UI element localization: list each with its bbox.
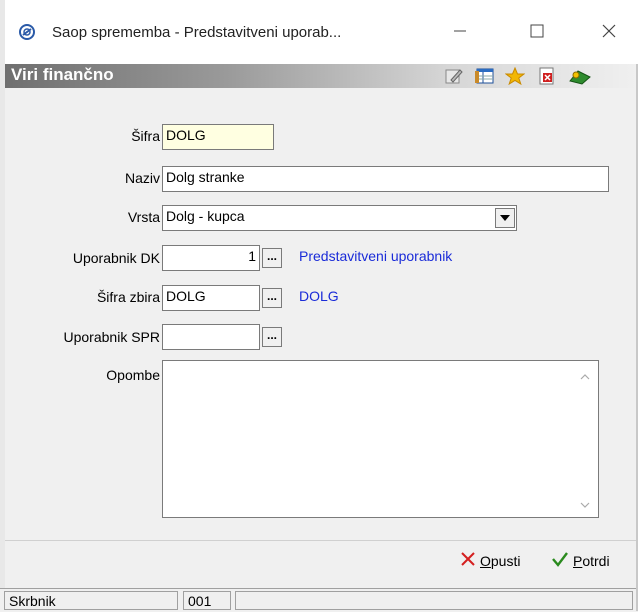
scroll-up-icon[interactable] xyxy=(580,371,590,383)
uporabnik-dk-label: Uporabnik DK xyxy=(72,250,160,266)
window-left-edge xyxy=(0,0,5,611)
status-user: Skrbnik xyxy=(4,591,178,610)
uporabnik-dk-input[interactable]: 1 xyxy=(162,245,260,271)
form-header-title: Viri finančno xyxy=(11,65,114,84)
confirm-label: Potrdi xyxy=(573,552,610,569)
status-bar: Skrbnik 001 xyxy=(0,588,638,612)
naziv-input[interactable]: Dolg stranke xyxy=(162,166,609,192)
naziv-label: Naziv xyxy=(124,170,160,186)
status-extra xyxy=(235,591,633,610)
title-bar: Saop sprememba - Predstavitveni uporab..… xyxy=(0,0,638,64)
opombe-textarea[interactable] xyxy=(162,360,599,518)
sifra-label: Šifra xyxy=(131,128,160,144)
app-logo-icon xyxy=(18,23,36,41)
sifra-zbira-input[interactable]: DOLG xyxy=(162,285,260,311)
bottom-separator xyxy=(5,540,638,541)
scroll-down-icon[interactable] xyxy=(580,499,590,511)
delete-icon[interactable] xyxy=(537,67,557,85)
status-code: 001 xyxy=(183,591,231,610)
uporabnik-dk-link[interactable]: Predstavitveni uporabnik xyxy=(299,248,452,264)
check-icon xyxy=(551,551,569,570)
minimize-button[interactable] xyxy=(437,16,483,46)
cancel-button[interactable]: Opusti xyxy=(460,551,520,570)
form-header: Viri finančno xyxy=(5,64,638,88)
uporabnik-spr-lookup-button[interactable]: ... xyxy=(262,327,282,347)
cancel-label: Opusti xyxy=(480,552,521,569)
edit-icon[interactable] xyxy=(444,67,464,85)
uporabnik-spr-label: Uporabnik SPR xyxy=(63,329,161,345)
uporabnik-dk-lookup-button[interactable]: ... xyxy=(262,248,282,268)
table-icon[interactable] xyxy=(475,67,495,85)
opombe-label: Opombe xyxy=(106,367,160,383)
uporabnik-spr-input[interactable] xyxy=(162,324,260,350)
confirm-button[interactable]: Potrdi xyxy=(551,551,610,570)
chevron-down-icon[interactable] xyxy=(495,208,515,228)
sifra-zbira-lookup-button[interactable]: ... xyxy=(262,288,282,308)
star-icon[interactable] xyxy=(504,66,526,86)
vrsta-select[interactable]: Dolg - kupca xyxy=(162,205,517,231)
exit-icon[interactable] xyxy=(568,67,591,85)
window-title: Saop sprememba - Predstavitveni uporab..… xyxy=(52,24,342,41)
sifra-zbira-link[interactable]: DOLG xyxy=(299,288,339,304)
sifra-input[interactable]: DOLG xyxy=(162,124,274,150)
vrsta-label: Vrsta xyxy=(127,209,160,225)
maximize-button[interactable] xyxy=(514,16,560,46)
sifra-zbira-label: Šifra zbira xyxy=(96,289,160,305)
close-button[interactable] xyxy=(586,16,632,46)
cancel-x-icon xyxy=(460,551,476,570)
dialog-window: Saop sprememba - Predstavitveni uporab..… xyxy=(0,0,638,612)
